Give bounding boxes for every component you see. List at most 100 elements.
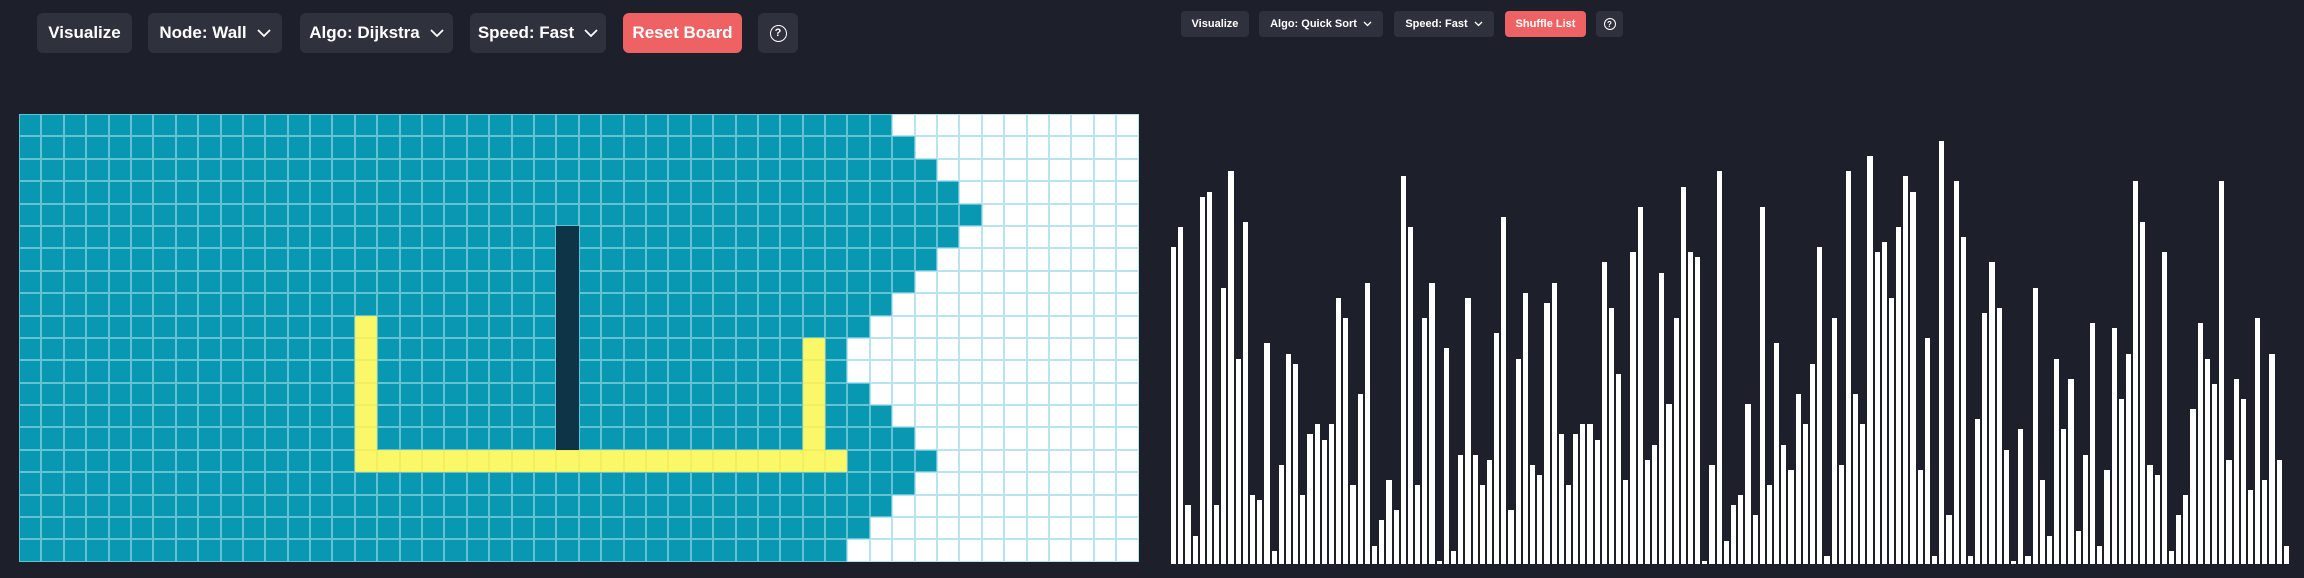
visited-cell[interactable] xyxy=(757,315,781,338)
path-cell[interactable] xyxy=(668,449,691,473)
pathfinder-speed-dropdown[interactable]: Speed: Fast xyxy=(470,13,606,53)
visited-cell[interactable] xyxy=(578,405,602,428)
grid-cell[interactable] xyxy=(1026,158,1049,182)
visited-cell[interactable] xyxy=(220,337,243,361)
visited-cell[interactable] xyxy=(399,517,423,540)
grid-cell[interactable] xyxy=(959,225,982,249)
visited-cell[interactable] xyxy=(19,203,42,226)
visited-cell[interactable] xyxy=(757,494,781,518)
visited-cell[interactable] xyxy=(422,136,445,159)
visited-cell[interactable] xyxy=(869,427,893,450)
visited-cell[interactable] xyxy=(310,405,333,428)
visited-cell[interactable] xyxy=(153,517,176,540)
visited-cell[interactable] xyxy=(108,114,131,137)
visited-cell[interactable] xyxy=(578,472,602,495)
visited-cell[interactable] xyxy=(19,405,42,428)
visited-cell[interactable] xyxy=(713,315,736,338)
grid-cell[interactable] xyxy=(1048,203,1072,226)
visited-cell[interactable] xyxy=(242,337,266,361)
visited-cell[interactable] xyxy=(757,539,781,562)
path-cell[interactable] xyxy=(354,382,378,406)
visited-cell[interactable] xyxy=(914,248,938,271)
visited-cell[interactable] xyxy=(41,472,64,495)
visited-cell[interactable] xyxy=(422,494,445,518)
visited-cell[interactable] xyxy=(757,270,781,294)
visited-cell[interactable] xyxy=(198,248,221,271)
visited-cell[interactable] xyxy=(108,270,131,294)
visited-cell[interactable] xyxy=(757,248,781,271)
grid-cell[interactable] xyxy=(1026,136,1049,159)
visited-cell[interactable] xyxy=(332,158,355,182)
visited-cell[interactable] xyxy=(668,337,691,361)
visited-cell[interactable] xyxy=(265,539,288,562)
visited-cell[interactable] xyxy=(332,517,355,540)
visited-cell[interactable] xyxy=(578,181,602,204)
visited-cell[interactable] xyxy=(713,494,736,518)
visited-cell[interactable] xyxy=(578,315,602,338)
visited-cell[interactable] xyxy=(466,315,490,338)
visited-cell[interactable] xyxy=(287,539,311,562)
visited-cell[interactable] xyxy=(466,494,490,518)
reset-board-button[interactable]: Reset Board xyxy=(623,13,742,53)
visited-cell[interactable] xyxy=(869,225,893,249)
grid-cell[interactable] xyxy=(937,270,960,294)
visited-cell[interactable] xyxy=(444,181,467,204)
visited-cell[interactable] xyxy=(601,427,624,450)
visited-cell[interactable] xyxy=(220,382,243,406)
visited-cell[interactable] xyxy=(780,293,803,316)
visited-cell[interactable] xyxy=(287,405,311,428)
grid-cell[interactable] xyxy=(1004,114,1027,137)
visited-cell[interactable] xyxy=(533,405,557,428)
visited-cell[interactable] xyxy=(41,270,64,294)
visited-cell[interactable] xyxy=(63,405,87,428)
visited-cell[interactable] xyxy=(690,494,714,518)
grid-cell[interactable] xyxy=(914,360,938,383)
visited-cell[interactable] xyxy=(869,472,893,495)
grid-cell[interactable] xyxy=(1093,449,1117,473)
visited-cell[interactable] xyxy=(220,494,243,518)
path-cell[interactable] xyxy=(489,449,512,473)
pathfinding-grid[interactable] xyxy=(19,114,1139,562)
visited-cell[interactable] xyxy=(735,158,758,182)
grid-cell[interactable] xyxy=(914,114,938,137)
visited-cell[interactable] xyxy=(86,472,109,495)
grid-cell[interactable] xyxy=(1004,225,1027,249)
visited-cell[interactable] xyxy=(175,449,199,473)
visited-cell[interactable] xyxy=(220,427,243,450)
visited-cell[interactable] xyxy=(220,360,243,383)
grid-cell[interactable] xyxy=(1048,181,1072,204)
visited-cell[interactable] xyxy=(265,270,288,294)
grid-cell[interactable] xyxy=(869,360,893,383)
grid-cell[interactable] xyxy=(1093,203,1117,226)
visited-cell[interactable] xyxy=(757,382,781,406)
grid-cell[interactable] xyxy=(1004,382,1027,406)
visited-cell[interactable] xyxy=(735,315,758,338)
grid-cell[interactable] xyxy=(1026,293,1049,316)
grid-cell[interactable] xyxy=(1071,293,1094,316)
visited-cell[interactable] xyxy=(287,337,311,361)
visited-cell[interactable] xyxy=(63,203,87,226)
visited-cell[interactable] xyxy=(175,114,199,137)
grid-cell[interactable] xyxy=(1116,494,1139,518)
visited-cell[interactable] xyxy=(668,203,691,226)
visited-cell[interactable] xyxy=(645,315,669,338)
visited-cell[interactable] xyxy=(198,494,221,518)
grid-cell[interactable] xyxy=(981,248,1005,271)
visited-cell[interactable] xyxy=(601,472,624,495)
visited-cell[interactable] xyxy=(645,517,669,540)
visited-cell[interactable] xyxy=(735,472,758,495)
visited-cell[interactable] xyxy=(780,225,803,249)
visited-cell[interactable] xyxy=(780,494,803,518)
visited-cell[interactable] xyxy=(332,472,355,495)
grid-cell[interactable] xyxy=(959,449,982,473)
visited-cell[interactable] xyxy=(130,293,154,316)
visited-cell[interactable] xyxy=(578,427,602,450)
visited-cell[interactable] xyxy=(668,427,691,450)
grid-cell[interactable] xyxy=(1048,360,1072,383)
visited-cell[interactable] xyxy=(802,114,826,137)
visited-cell[interactable] xyxy=(533,158,557,182)
visited-cell[interactable] xyxy=(601,360,624,383)
visited-cell[interactable] xyxy=(287,158,311,182)
visited-cell[interactable] xyxy=(377,270,400,294)
visited-cell[interactable] xyxy=(847,382,870,406)
